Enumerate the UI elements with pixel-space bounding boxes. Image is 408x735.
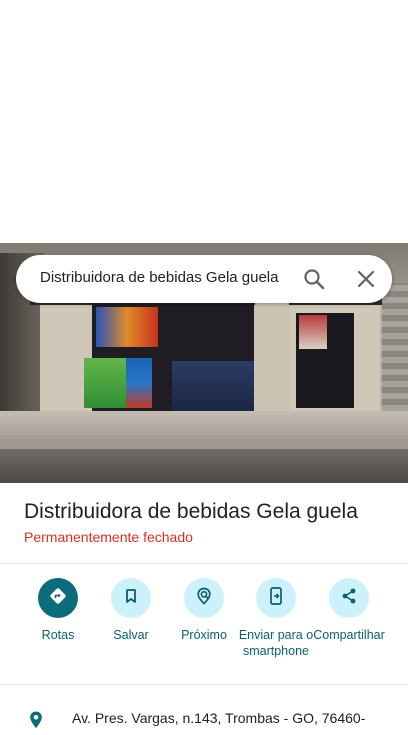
photo-curb (0, 439, 408, 449)
directions-button-circle[interactable] (38, 578, 78, 618)
save-button[interactable]: Salvar (91, 578, 171, 643)
nearby-icon (194, 586, 214, 611)
photo-street (0, 449, 408, 483)
share-icon (339, 586, 359, 611)
share-button-circle[interactable] (329, 578, 369, 618)
nearby-button-circle[interactable] (184, 578, 224, 618)
directions-button[interactable]: Rotas (18, 578, 98, 643)
photo-green-poster (84, 358, 126, 408)
photo-right-structure (382, 283, 408, 423)
photo-blue-poster (126, 358, 152, 408)
nearby-label: Próximo (181, 628, 227, 642)
place-title: Distribuidora de bebidas Gela guela (24, 500, 358, 523)
send-to-phone-icon (266, 586, 286, 611)
close-icon[interactable] (354, 267, 378, 291)
search-icon[interactable] (302, 267, 326, 291)
photo-pillar (255, 303, 289, 411)
photo-drinks-fridge (172, 361, 254, 411)
save-label: Salvar (113, 628, 149, 642)
send-to-phone-button-circle[interactable] (256, 578, 296, 618)
photo-sidewalk (0, 411, 408, 441)
directions-label: Rotas (41, 628, 75, 642)
send-to-phone-button[interactable]: Enviar para o smartphone (236, 578, 316, 659)
photo-beer-poster (96, 307, 158, 347)
address-row[interactable]: Av. Pres. Vargas, n.143, Trombas - GO, 7… (0, 700, 408, 728)
divider (0, 563, 408, 564)
directions-icon (48, 586, 68, 611)
bookmark-icon (122, 587, 140, 610)
map-area[interactable] (0, 0, 408, 243)
search-bar[interactable]: Distribuidora de bebidas Gela guela (16, 255, 392, 303)
share-label: Compartilhar (313, 628, 385, 642)
share-button[interactable]: Compartilhar (309, 578, 389, 643)
photo-door-poster (299, 315, 327, 349)
search-query[interactable]: Distribuidora de bebidas Gela guela (40, 269, 278, 286)
divider (0, 684, 408, 685)
save-button-circle[interactable] (111, 578, 151, 618)
nearby-button[interactable]: Próximo (164, 578, 244, 643)
address-text: Av. Pres. Vargas, n.143, Trombas - GO, 7… (72, 710, 366, 726)
send-to-phone-label: Enviar para o smartphone (238, 628, 314, 658)
location-pin-icon (26, 710, 46, 730)
place-status: Permanentemente fechado (24, 529, 193, 545)
